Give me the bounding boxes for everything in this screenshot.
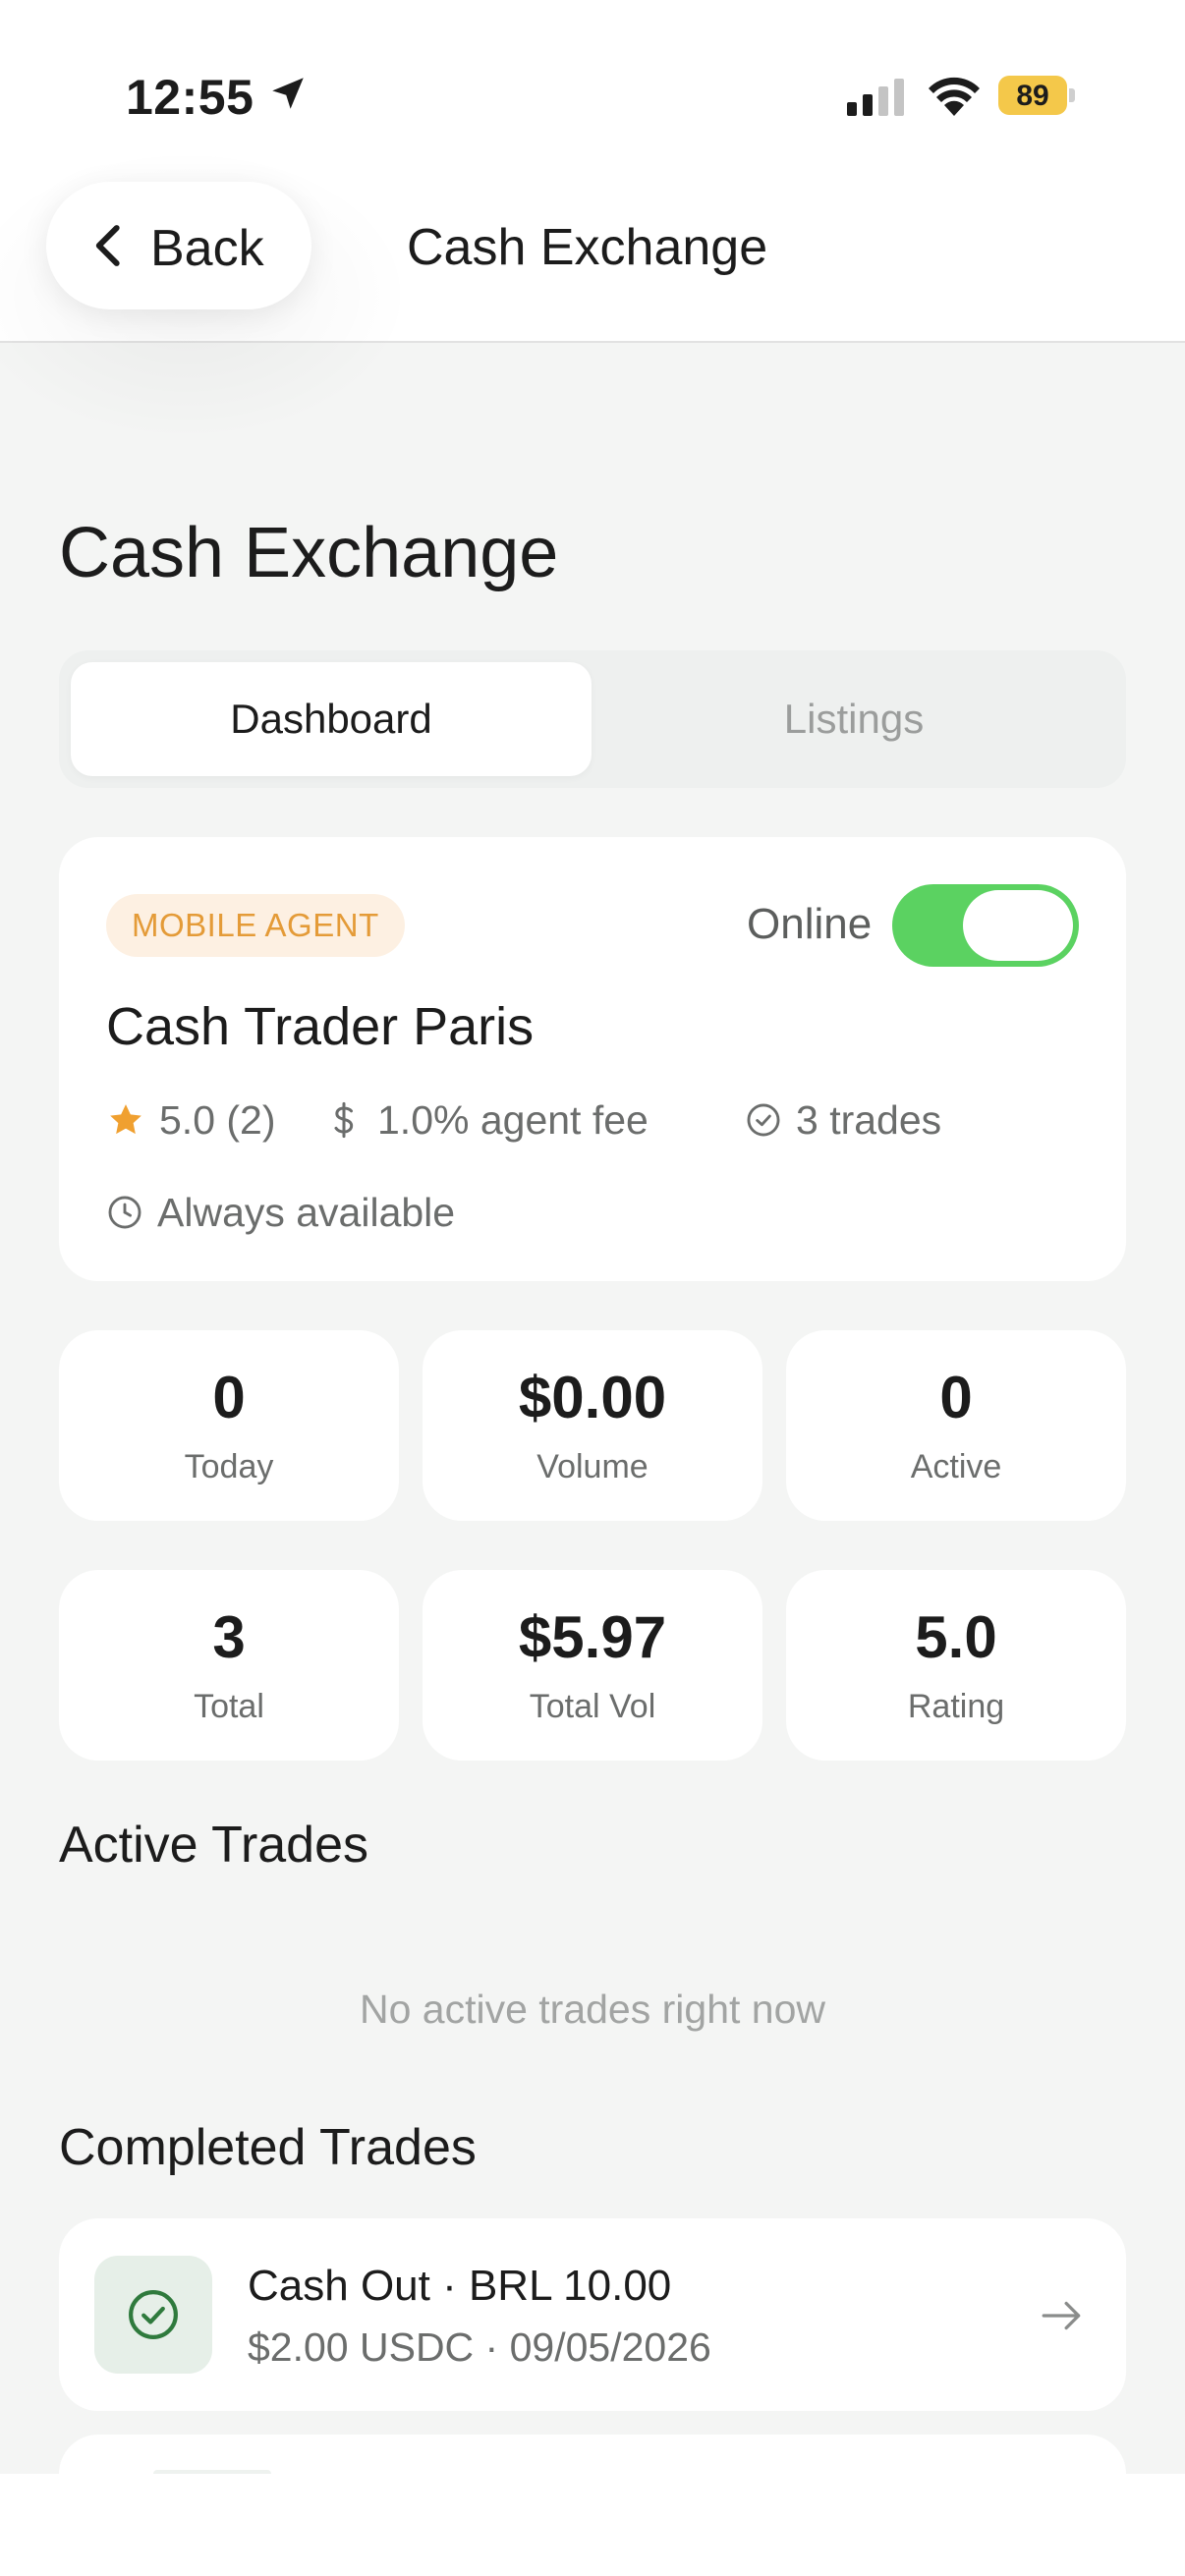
- stat-label: Today: [184, 1448, 274, 1485]
- stat-label: Rating: [907, 1688, 1005, 1725]
- availability-text: Always available: [157, 1189, 456, 1235]
- agent-card: MOBILE AGENT Online Cash Trader Paris 5.…: [59, 837, 1126, 1281]
- wifi-icon: [929, 77, 980, 116]
- back-label: Back: [150, 220, 264, 277]
- fee-meta: 1.0% agent fee: [324, 1091, 649, 1149]
- tab-listings[interactable]: Listings: [593, 662, 1114, 776]
- page-title: Cash Exchange: [59, 514, 559, 592]
- online-toggle[interactable]: [892, 884, 1079, 967]
- cellular-signal-icon: [847, 79, 904, 116]
- completed-trade-row-partial[interactable]: [59, 2435, 1126, 2474]
- clock-icon: [108, 1196, 141, 1229]
- stat-value: $0.00: [518, 1365, 667, 1430]
- back-button[interactable]: Back: [46, 182, 311, 309]
- active-trades-heading: Active Trades: [59, 1817, 369, 1874]
- stat-label: Volume: [536, 1448, 649, 1485]
- online-label: Online: [747, 900, 873, 948]
- bottom-safe-area: [0, 2474, 1185, 2576]
- rating-text: 5.0 (2): [159, 1096, 276, 1143]
- stat-value: $5.97: [518, 1604, 667, 1670]
- toggle-knob: [963, 890, 1073, 961]
- stat-label: Total Vol: [529, 1688, 656, 1725]
- trade-title: Cash Out · BRL 10.00: [248, 2262, 672, 2310]
- trade-subtitle: $2.00 USDC · 09/05/2026: [248, 2324, 711, 2370]
- completed-trades-heading: Completed Trades: [59, 2119, 477, 2176]
- stat-total: 3 Total: [59, 1570, 399, 1761]
- stat-rating: 5.0 Rating: [786, 1570, 1126, 1761]
- trades-meta: 3 trades: [745, 1091, 941, 1149]
- chevron-left-icon: [95, 225, 120, 266]
- stat-label: Active: [910, 1448, 1002, 1485]
- star-icon: [110, 1104, 141, 1135]
- tab-dashboard[interactable]: Dashboard: [71, 662, 592, 776]
- trade-status-icon-box: [94, 2256, 212, 2374]
- status-time: 12:55: [126, 70, 254, 125]
- battery-level: 89: [1016, 80, 1049, 112]
- stat-value: 0: [212, 1365, 246, 1430]
- location-arrow-icon: [272, 78, 304, 109]
- stat-label: Total: [194, 1688, 264, 1725]
- rating-meta: 5.0 (2): [106, 1091, 276, 1149]
- fee-text: 1.0% agent fee: [377, 1096, 649, 1143]
- stat-value: 5.0: [915, 1604, 997, 1670]
- check-circle-icon: [747, 1103, 780, 1137]
- empty-active-trades: No active trades right now: [359, 1987, 825, 2032]
- stat-value: 0: [939, 1365, 973, 1430]
- check-circle-icon: [129, 2290, 178, 2339]
- stat-today: 0 Today: [59, 1330, 399, 1521]
- battery-tip: [1069, 88, 1075, 102]
- segmented-control: Dashboard Listings: [59, 650, 1126, 788]
- mobile-agent-badge: MOBILE AGENT: [106, 894, 405, 957]
- completed-trade-row[interactable]: Cash Out · BRL 10.00 $2.00 USDC · 09/05/…: [59, 2218, 1126, 2411]
- dollar-icon: [334, 1101, 354, 1139]
- arrow-right-icon: [1042, 2301, 1081, 2330]
- agent-name: Cash Trader Paris: [106, 997, 535, 1056]
- stat-volume: $0.00 Volume: [423, 1330, 762, 1521]
- stat-value: 3: [212, 1604, 246, 1670]
- battery-icon: 89: [998, 76, 1075, 115]
- stat-active: 0 Active: [786, 1330, 1126, 1521]
- trades-text: 3 trades: [796, 1096, 942, 1143]
- availability-row: Always available: [106, 1183, 455, 1242]
- stat-total-volume: $5.97 Total Vol: [423, 1570, 762, 1761]
- nav-title: Cash Exchange: [407, 219, 768, 276]
